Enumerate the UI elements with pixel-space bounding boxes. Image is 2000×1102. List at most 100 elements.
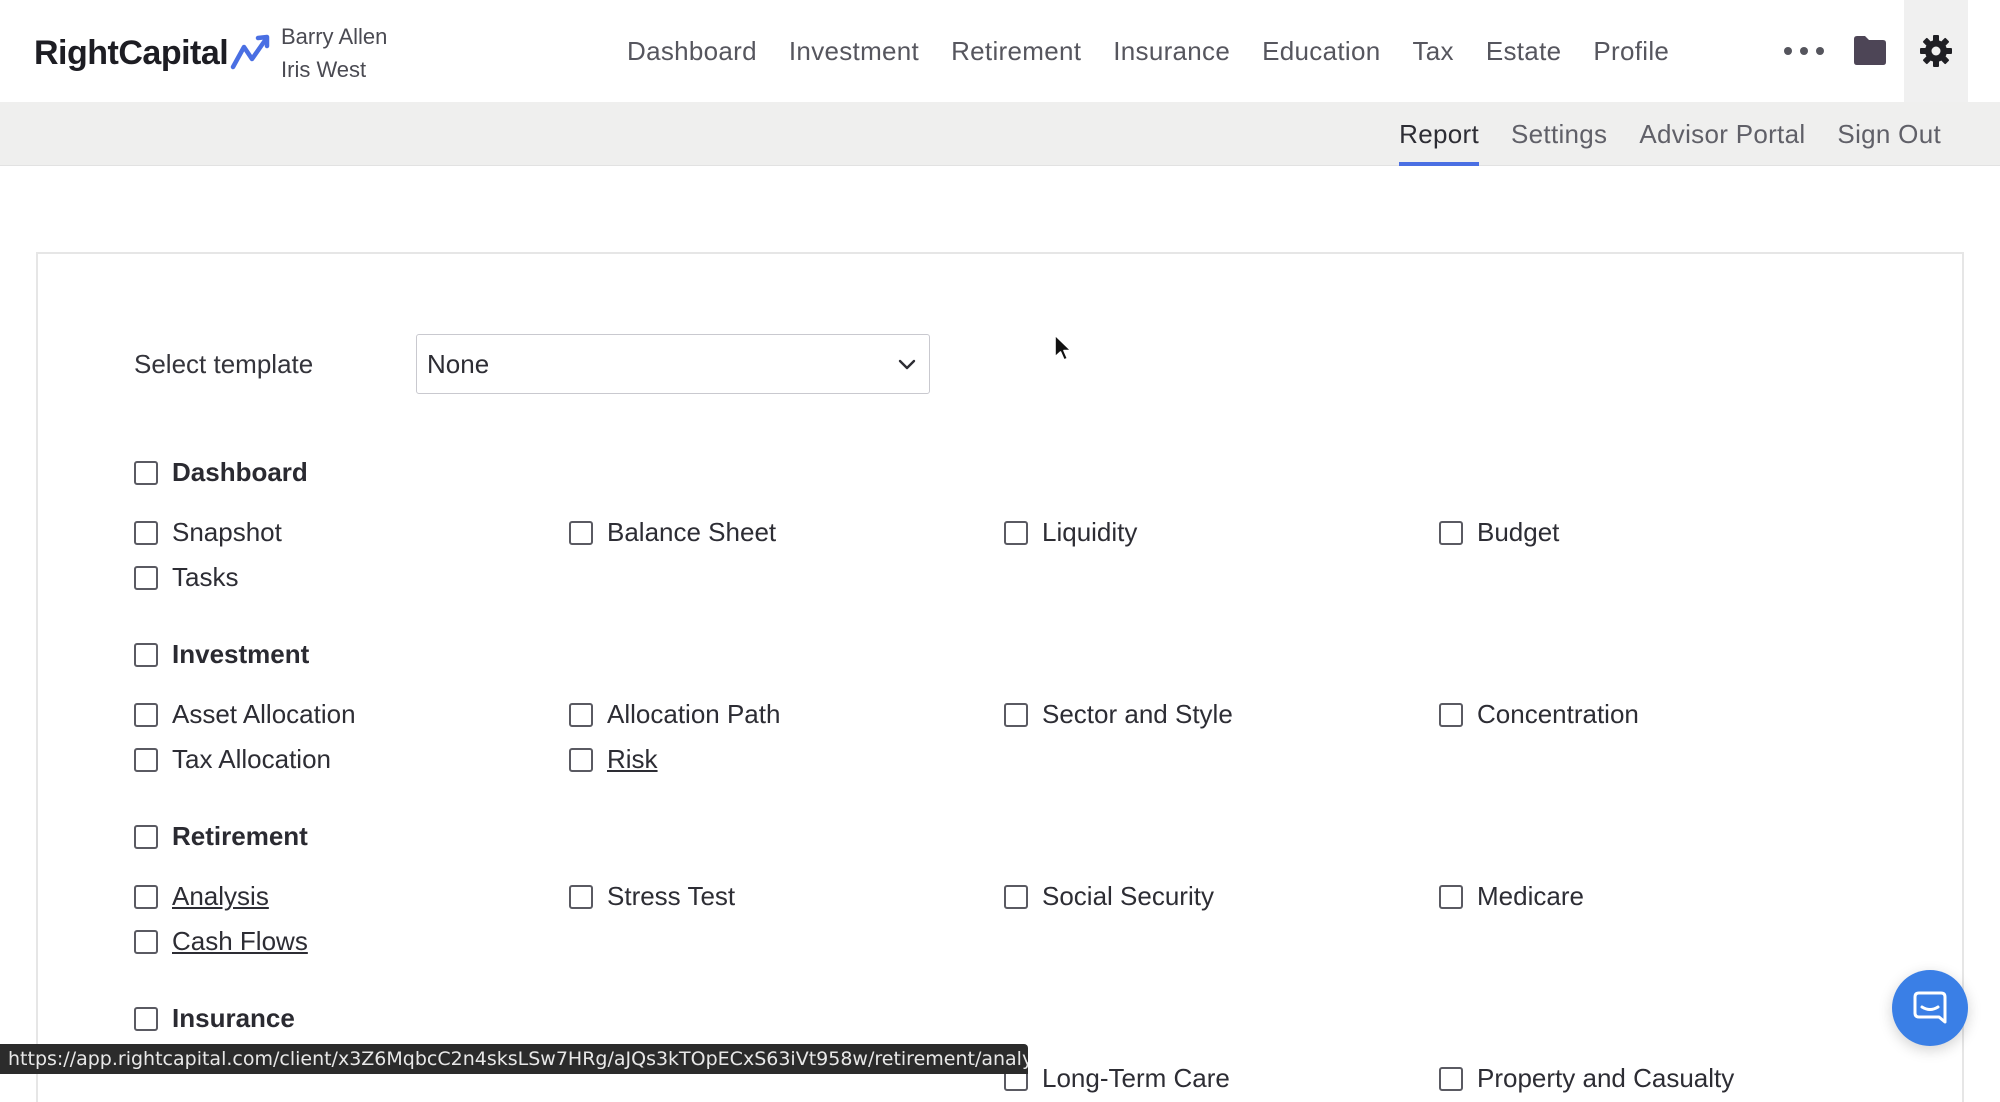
- rightcapital-logo[interactable]: RightCapital: [34, 28, 272, 78]
- checkbox-concentration[interactable]: Concentration: [1439, 699, 1639, 730]
- nav-estate[interactable]: Estate: [1486, 36, 1562, 67]
- section-title: Insurance: [172, 1003, 295, 1033]
- chat-button[interactable]: [1892, 970, 1968, 1046]
- nav-education[interactable]: Education: [1262, 36, 1380, 67]
- nav-dashboard[interactable]: Dashboard: [627, 36, 757, 67]
- nav-tax[interactable]: Tax: [1412, 36, 1453, 67]
- checkbox-label: Tax Allocation: [172, 744, 331, 774]
- checkbox-label: Allocation Path: [607, 699, 781, 729]
- template-label: Select template: [134, 349, 314, 379]
- chat-icon: [1913, 991, 1947, 1024]
- logo-text: RightCapital: [34, 33, 229, 72]
- checkbox[interactable]: [134, 565, 158, 590]
- nav-profile[interactable]: Profile: [1593, 36, 1669, 67]
- checkbox-balance-sheet[interactable]: Balance Sheet: [569, 517, 776, 548]
- section-title: Investment: [172, 639, 310, 669]
- status-bar-url: https://app.rightcapital.com/client/x3Z6…: [0, 1044, 1028, 1074]
- checkbox-label: Social Security: [1042, 881, 1214, 911]
- checkbox-label: Long-Term Care: [1042, 1063, 1230, 1093]
- main-nav: Dashboard Investment Retirement Insuranc…: [627, 30, 1701, 72]
- checkbox-label: Property and Casualty: [1477, 1063, 1735, 1093]
- checkbox-long-term-care[interactable]: Long-Term Care: [1004, 1063, 1230, 1094]
- checkbox-label: Liquidity: [1042, 517, 1138, 547]
- checkbox[interactable]: [569, 702, 593, 727]
- checkbox-label[interactable]: Risk: [607, 744, 658, 775]
- checkbox[interactable]: [134, 702, 158, 727]
- top-header: RightCapital Barry Allen Iris West Dashb…: [0, 0, 2000, 102]
- checkbox-property-and-casualty[interactable]: Property and Casualty: [1439, 1063, 1734, 1094]
- checkbox[interactable]: [1004, 520, 1028, 545]
- checkbox-label: Balance Sheet: [607, 517, 777, 547]
- checkbox[interactable]: [134, 642, 158, 667]
- checkbox-cash-flows[interactable]: Cash Flows: [134, 926, 308, 957]
- checkbox[interactable]: [1439, 884, 1463, 909]
- logo-arrow-icon: [230, 34, 270, 70]
- nav-investment[interactable]: Investment: [789, 36, 919, 67]
- secondary-nav: Report Settings Advisor Portal Sign Out: [1367, 102, 1941, 166]
- nav-retirement[interactable]: Retirement: [951, 36, 1081, 67]
- checkbox-tax-allocation[interactable]: Tax Allocation: [134, 744, 331, 775]
- checkbox-analysis[interactable]: Analysis: [134, 881, 269, 912]
- checkbox-snapshot[interactable]: Snapshot: [134, 517, 282, 548]
- checkbox-label: Asset Allocation: [172, 699, 356, 729]
- nav-insurance[interactable]: Insurance: [1113, 36, 1230, 67]
- checkbox[interactable]: [1439, 520, 1463, 545]
- checkbox-label: Tasks: [172, 562, 239, 592]
- gear-icon: [1920, 35, 1952, 67]
- checkbox[interactable]: [569, 884, 593, 909]
- template-select-value: None: [427, 348, 490, 379]
- checkbox[interactable]: [134, 460, 158, 485]
- tab-settings[interactable]: Settings: [1511, 102, 1607, 166]
- checkbox-label: Medicare: [1477, 881, 1584, 911]
- checkbox[interactable]: [134, 884, 158, 909]
- client-name-primary: Barry Allen: [281, 24, 388, 49]
- client-names[interactable]: Barry Allen Iris West: [281, 20, 387, 86]
- checkbox-label: Concentration: [1477, 699, 1639, 729]
- section-checkbox-insurance[interactable]: Insurance: [134, 1003, 295, 1034]
- folder-icon[interactable]: [1852, 34, 1888, 66]
- checkbox[interactable]: [134, 1006, 158, 1031]
- checkbox[interactable]: [1004, 884, 1028, 909]
- checkbox-label: Snapshot: [172, 517, 282, 547]
- checkbox-label: Budget: [1477, 517, 1560, 547]
- checkbox-budget[interactable]: Budget: [1439, 517, 1559, 548]
- checkbox[interactable]: [1004, 702, 1028, 727]
- template-select[interactable]: None: [416, 334, 930, 394]
- client-name-spouse: Iris West: [281, 57, 367, 82]
- tab-sign-out[interactable]: Sign Out: [1837, 102, 1941, 166]
- section-title: Dashboard: [172, 457, 308, 487]
- checkbox-allocation-path[interactable]: Allocation Path: [569, 699, 780, 730]
- settings-button[interactable]: [1904, 0, 1968, 102]
- checkbox-medicare[interactable]: Medicare: [1439, 881, 1584, 912]
- tab-report[interactable]: Report: [1399, 102, 1479, 166]
- section-checkbox-investment[interactable]: Investment: [134, 639, 309, 670]
- section-checkbox-retirement[interactable]: Retirement: [134, 821, 308, 852]
- report-panel: Select template None Dashboard Snapshot …: [36, 252, 1964, 1102]
- checkbox[interactable]: [134, 747, 158, 772]
- checkbox[interactable]: [134, 824, 158, 849]
- chevron-down-icon: [898, 359, 916, 370]
- checkbox-label: Stress Test: [607, 881, 736, 911]
- checkbox-tasks[interactable]: Tasks: [134, 562, 238, 593]
- checkbox-label: Sector and Style: [1042, 699, 1233, 729]
- checkbox[interactable]: [569, 520, 593, 545]
- checkbox-label[interactable]: Analysis: [172, 881, 269, 912]
- section-title: Retirement: [172, 821, 308, 851]
- checkbox[interactable]: [569, 747, 593, 772]
- checkbox-asset-allocation[interactable]: Asset Allocation: [134, 699, 356, 730]
- checkbox-stress-test[interactable]: Stress Test: [569, 881, 735, 912]
- secondary-header: Report Settings Advisor Portal Sign Out: [0, 102, 2000, 166]
- checkbox[interactable]: [134, 929, 158, 954]
- checkbox-sector-and-style[interactable]: Sector and Style: [1004, 699, 1233, 730]
- checkbox[interactable]: [1439, 1066, 1463, 1091]
- checkbox[interactable]: [1439, 702, 1463, 727]
- checkbox-label[interactable]: Cash Flows: [172, 926, 308, 957]
- checkbox-risk[interactable]: Risk: [569, 744, 658, 775]
- mouse-cursor-icon: [1054, 334, 1072, 361]
- more-icon[interactable]: [1784, 39, 1824, 63]
- tab-advisor-portal[interactable]: Advisor Portal: [1639, 102, 1805, 166]
- section-checkbox-dashboard[interactable]: Dashboard: [134, 457, 308, 488]
- checkbox-liquidity[interactable]: Liquidity: [1004, 517, 1137, 548]
- checkbox[interactable]: [134, 520, 158, 545]
- checkbox-social-security[interactable]: Social Security: [1004, 881, 1214, 912]
